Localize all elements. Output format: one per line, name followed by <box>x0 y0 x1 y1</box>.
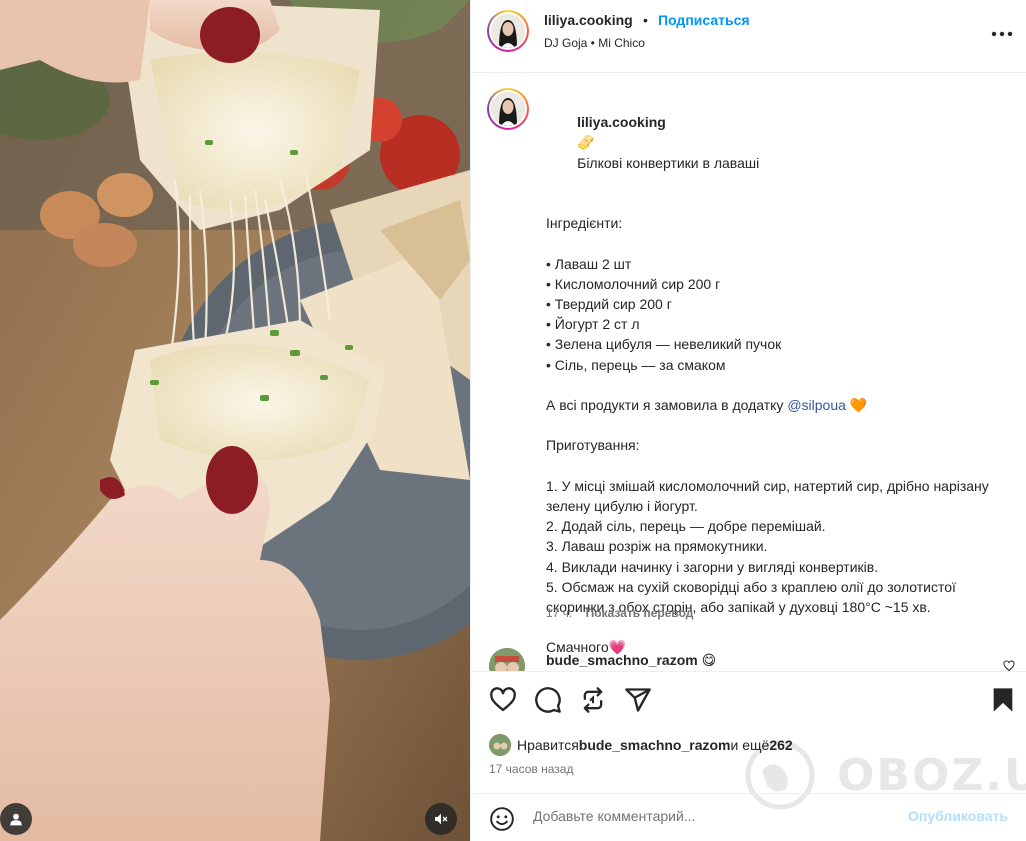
caption-age: 17 ч. <box>546 606 573 620</box>
comment-item: bude_smachno_razom 😋 <box>471 648 1026 671</box>
food-photo <box>0 0 470 841</box>
caption-line: • Кисломолочний сир 200 г <box>546 275 721 292</box>
caption-line: • Сіль, перець — за смаком <box>546 356 726 373</box>
caption-title: Білкові конвертики в лаваші <box>577 154 760 171</box>
likes-summary[interactable]: Нравится bude_smachno_razom и ещё 262 <box>489 734 793 756</box>
add-comment-bar: Опубликовать <box>471 793 1026 841</box>
caption-line: 3. Лаваш розріж на прямокутники. <box>546 538 768 555</box>
caption-line: • Лаваш 2 шт <box>546 255 632 272</box>
liker-photo <box>489 734 511 756</box>
likes-count[interactable]: 262 <box>769 737 792 753</box>
caption-author-photo <box>491 92 525 126</box>
caption-line <box>546 375 1006 395</box>
comment-like-icon[interactable] <box>1003 660 1015 671</box>
post-actions: Нравится bude_smachno_razom и ещё 262 17… <box>471 671 1026 841</box>
caption-line: Інгредієнти: <box>546 215 623 232</box>
caption-line <box>546 193 1006 213</box>
caption-line: • Йогурт 2 ст л <box>546 316 640 333</box>
post-caption: liliya.cooking 🫔 Білкові конвертики в ла… <box>546 92 1006 658</box>
caption-ingredients: Інгредієнти: • Лаваш 2 шт • Кисломолочни… <box>546 193 1006 395</box>
author-avatar[interactable] <box>487 10 529 52</box>
speaker-muted-icon <box>435 813 448 825</box>
comment-text: bude_smachno_razom 😋 <box>546 652 716 669</box>
likes-prefix: Нравится <box>517 737 579 753</box>
post-header: liliya.cooking • Подписаться DJ Goja • M… <box>471 0 1026 73</box>
caption-line: 1. У місці змішай кисломолочний сир, нат… <box>546 477 993 514</box>
post-comment-button[interactable]: Опубликовать <box>908 808 1008 824</box>
post-media[interactable] <box>0 0 470 841</box>
caption-line <box>546 233 1006 253</box>
likes-middle: и ещё <box>730 737 770 753</box>
comments-scroll-area[interactable]: liliya.cooking 🫔 Білкові конвертики в ла… <box>471 74 1026 671</box>
caption-promo-line: А всі продукти я замовила в додатку @sil… <box>546 395 1006 415</box>
caption-line: • Твердий сир 200 г <box>546 296 672 312</box>
post-timestamp[interactable]: 17 часов назад <box>489 762 573 776</box>
caption-line: Приготування: <box>546 437 640 454</box>
mute-button[interactable] <box>425 803 457 835</box>
like-heart-icon[interactable] <box>489 686 517 714</box>
bookmark-saved-icon[interactable] <box>989 686 1017 714</box>
caption-line: 4. Виклади начинку і загорни у вигляді к… <box>546 558 879 575</box>
comment-bubble-icon[interactable] <box>534 686 562 714</box>
emoji-smile-icon[interactable] <box>489 806 515 832</box>
mention-link[interactable]: @silpoua <box>787 397 846 413</box>
heart-emoji: 🧡 <box>849 397 868 413</box>
comment-emoji: 😋 <box>701 652 717 668</box>
liker-username[interactable]: bude_smachno_razom <box>579 737 731 753</box>
caption-line <box>546 415 1006 435</box>
caption-title-emoji: 🫔 <box>577 134 595 151</box>
caption-author-avatar[interactable] <box>487 88 529 130</box>
caption-line <box>546 617 1006 637</box>
commenter-photo <box>489 648 525 671</box>
caption-line: • Зелена цибуля — невеликий пучок <box>546 336 782 353</box>
promo-text: А всі продукти я замовила в додатку <box>546 397 788 413</box>
follow-button[interactable]: Подписаться <box>658 12 750 28</box>
commenter-username[interactable]: bude_smachno_razom <box>546 652 698 668</box>
more-options-button[interactable] <box>990 22 1014 46</box>
caption-line: 2. Додай сіль, перець — добре перемішай. <box>546 518 826 535</box>
separator-dot: • <box>643 12 648 28</box>
more-horizontal-icon <box>991 31 1013 37</box>
share-paper-plane-icon[interactable] <box>624 686 652 714</box>
author-username[interactable]: liliya.cooking <box>544 12 633 28</box>
author-photo <box>491 14 525 48</box>
caption-instructions: Приготування: 1. У місці змішай кисломол… <box>546 415 1006 657</box>
caption-meta: 17 ч. Показать перевод <box>546 606 693 620</box>
liker-avatar <box>489 734 511 756</box>
repost-icon[interactable] <box>579 686 607 714</box>
comment-input[interactable] <box>533 808 893 824</box>
music-info[interactable]: DJ Goja • Mi Chico <box>544 36 645 50</box>
user-icon <box>10 813 22 826</box>
commenter-avatar[interactable] <box>489 648 525 671</box>
caption-username[interactable]: liliya.cooking <box>577 114 666 130</box>
caption-line <box>546 456 1006 476</box>
translate-button[interactable]: Показать перевод <box>586 606 694 620</box>
post-side-panel: liliya.cooking • Подписаться DJ Goja • M… <box>470 0 1026 841</box>
tagged-users-button[interactable] <box>0 803 32 835</box>
